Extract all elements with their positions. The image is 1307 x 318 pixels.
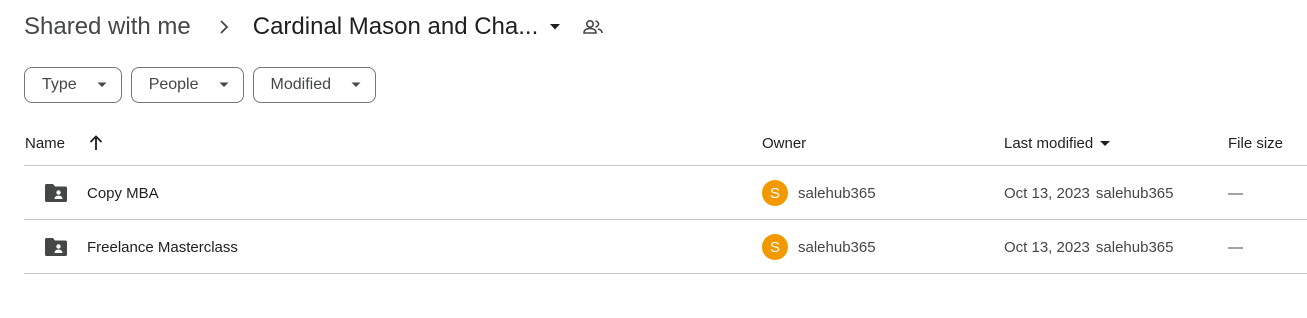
avatar: S	[762, 180, 788, 206]
filter-people-label: People	[148, 76, 199, 93]
table-row[interactable]: Copy MBA S salehub365 Oct 13, 2023 saleh…	[24, 166, 1307, 220]
file-name-cell: Freelance Masterclass	[44, 220, 238, 274]
filter-bar: Type People Modified	[24, 67, 376, 103]
breadcrumb-current-folder[interactable]: Cardinal Mason and Cha...	[253, 13, 563, 41]
file-size: —	[1228, 184, 1243, 202]
file-size-cell: —	[1228, 220, 1243, 274]
owner-name: salehub365	[798, 238, 876, 256]
last-modified-cell: Oct 13, 2023 salehub365	[1004, 166, 1173, 220]
modified-by: salehub365	[1095, 184, 1174, 202]
filter-type-label: Type	[42, 76, 77, 93]
last-modified-cell: Oct 13, 2023 salehub365	[1004, 220, 1173, 274]
caret-down-icon	[548, 20, 562, 34]
breadcrumb: Shared with me Cardinal Mason and Cha...	[24, 8, 604, 46]
table-row[interactable]: Freelance Masterclass S salehub365 Oct 1…	[24, 220, 1307, 274]
column-name-label: Name	[25, 134, 66, 152]
file-size: —	[1228, 238, 1243, 256]
modified-by: salehub365	[1095, 238, 1174, 256]
filter-type-chip[interactable]: Type	[24, 67, 122, 103]
column-header-last-modified[interactable]: Last modified	[1004, 120, 1111, 166]
file-name-cell: Copy MBA	[44, 166, 159, 220]
caret-down-icon	[219, 80, 229, 90]
caret-down-icon	[97, 80, 107, 90]
caret-down-icon	[1099, 137, 1111, 149]
filter-modified-label: Modified	[270, 76, 331, 93]
arrow-up-icon[interactable]	[88, 135, 104, 151]
breadcrumb-shared-with-me[interactable]: Shared with me	[24, 13, 191, 41]
shared-folder-icon	[44, 235, 68, 259]
file-name: Copy MBA	[87, 184, 159, 202]
shared-folder-icon	[44, 181, 68, 205]
column-last-modified-label: Last modified	[1004, 134, 1094, 152]
chevron-right-icon	[217, 20, 231, 34]
people-icon[interactable]	[582, 16, 604, 38]
modified-date: Oct 13, 2023	[1004, 184, 1090, 202]
filter-people-chip[interactable]: People	[130, 67, 244, 103]
file-name: Freelance Masterclass	[87, 238, 238, 256]
column-header-file-size: File size	[1228, 120, 1283, 166]
table-header: Name Owner Last modified File size	[24, 120, 1307, 166]
caret-down-icon	[351, 80, 361, 90]
column-header-owner: Owner	[762, 120, 806, 166]
modified-date: Oct 13, 2023	[1004, 238, 1090, 256]
column-header-name[interactable]: Name	[25, 120, 104, 166]
column-file-size-label: File size	[1228, 134, 1284, 152]
owner-cell: S salehub365	[762, 166, 876, 220]
column-owner-label: Owner	[762, 134, 807, 152]
current-folder-title: Cardinal Mason and Cha...	[252, 13, 539, 40]
owner-name: salehub365	[798, 184, 876, 202]
file-size-cell: —	[1228, 166, 1243, 220]
owner-cell: S salehub365	[762, 220, 876, 274]
file-table: Name Owner Last modified File size Copy …	[24, 120, 1307, 274]
filter-modified-chip[interactable]: Modified	[252, 67, 376, 103]
avatar: S	[762, 234, 788, 260]
